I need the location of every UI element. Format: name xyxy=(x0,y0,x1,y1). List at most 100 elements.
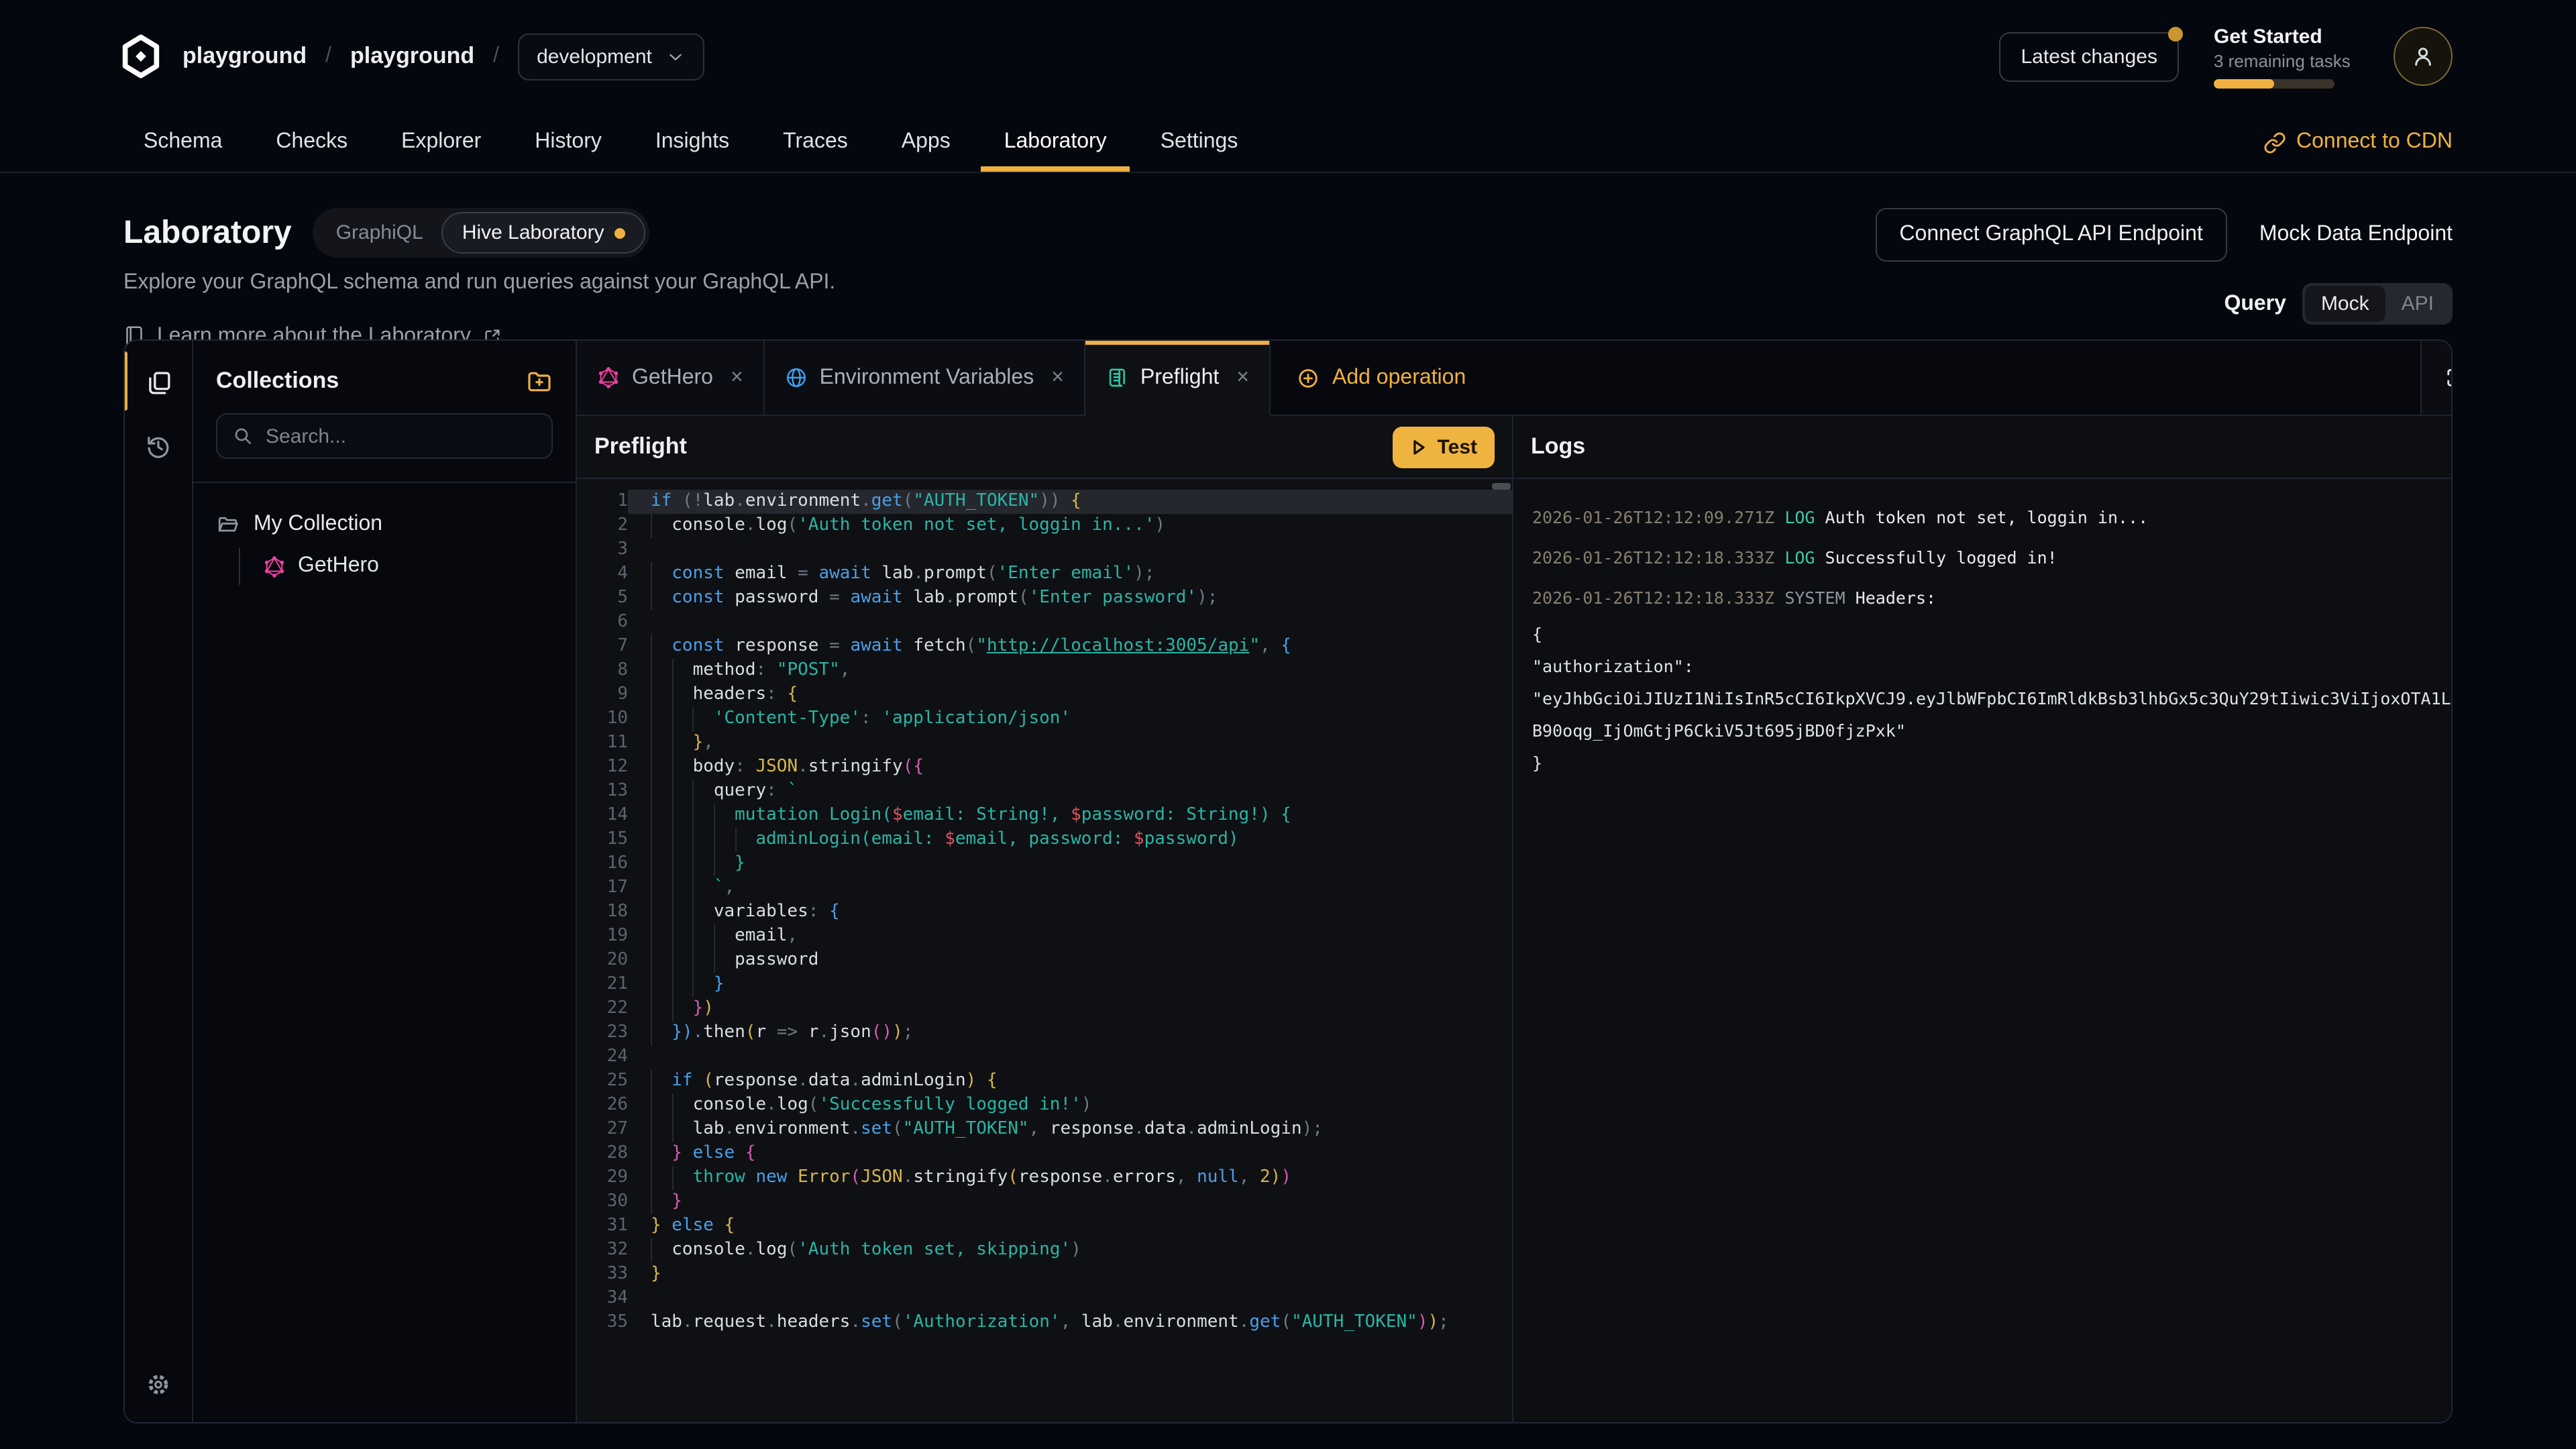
code-line[interactable]: 7const response = await fetch("http://lo… xyxy=(577,635,1512,659)
code-line[interactable]: 34 xyxy=(577,1287,1512,1311)
mode-new-dot xyxy=(615,227,626,238)
code-line[interactable]: 13query: ` xyxy=(577,780,1512,804)
code-text: }).then(r => r.json()); xyxy=(628,1021,1512,1045)
indent-guide xyxy=(651,949,672,973)
preflight-code-editor[interactable]: 1if (!lab.environment.get("AUTH_TOKEN"))… xyxy=(577,479,1512,1422)
code-line[interactable]: 4const email = await lab.prompt('Enter e… xyxy=(577,562,1512,586)
breadcrumb-separator: / xyxy=(325,44,331,68)
add-operation-button[interactable]: Add operation xyxy=(1271,341,1491,415)
latest-changes-button[interactable]: Latest changes xyxy=(2000,32,2180,81)
history-rail-button[interactable] xyxy=(140,428,177,466)
code-line[interactable]: 20password xyxy=(577,949,1512,973)
get-started-title: Get Started xyxy=(2214,25,2359,48)
laboratory-mode-toggle[interactable]: GraphiQL Hive Laboratory xyxy=(313,208,650,258)
new-collection-folder-plus-icon[interactable] xyxy=(526,368,553,394)
tab-preflight[interactable]: Preflight× xyxy=(1085,341,1271,416)
code-line[interactable]: 11}, xyxy=(577,731,1512,755)
indent-guide xyxy=(672,973,692,997)
hive-logo-icon[interactable] xyxy=(118,34,164,79)
code-line[interactable]: 26console.log('Successfully logged in!') xyxy=(577,1093,1512,1118)
preflight-test-button[interactable]: Test xyxy=(1393,426,1495,468)
code-line[interactable]: 9headers: { xyxy=(577,683,1512,707)
nav-item-explorer[interactable]: Explorer xyxy=(401,113,481,172)
graphql-icon xyxy=(263,555,286,578)
user-avatar[interactable] xyxy=(2394,27,2453,86)
connect-cdn-link[interactable]: Connect to CDN xyxy=(2263,130,2453,154)
nav-item-checks[interactable]: Checks xyxy=(276,113,347,172)
nav-item-traces[interactable]: Traces xyxy=(783,113,848,172)
mode-option-graphiql[interactable]: GraphiQL xyxy=(317,213,442,252)
search-input[interactable] xyxy=(266,425,537,447)
code-line[interactable]: 14mutation Login($email: String!, $passw… xyxy=(577,804,1512,828)
query-label: Query xyxy=(2224,292,2286,316)
code-line[interactable]: 12body: JSON.stringify({ xyxy=(577,755,1512,780)
code-line[interactable]: 17`, xyxy=(577,876,1512,900)
nav-item-apps[interactable]: Apps xyxy=(902,113,951,172)
query-target-segmented[interactable]: Mock API xyxy=(2302,283,2453,325)
breadcrumb: playground / playground / development xyxy=(118,33,704,80)
operation-item-gethero[interactable]: GetHero xyxy=(255,547,553,585)
code-line[interactable]: 18variables: { xyxy=(577,900,1512,924)
indent-guide xyxy=(672,731,692,755)
code-line[interactable]: 25if (response.data.adminLogin) { xyxy=(577,1069,1512,1093)
nav-item-settings[interactable]: Settings xyxy=(1161,113,1238,172)
close-tab-icon[interactable]: × xyxy=(1236,366,1249,390)
target-selector[interactable]: development xyxy=(518,33,704,80)
code-line[interactable]: 10'Content-Type': 'application/json' xyxy=(577,707,1512,731)
settings-gear-icon[interactable] xyxy=(140,1366,177,1403)
code-line[interactable]: 3 xyxy=(577,538,1512,562)
code-line[interactable]: 24 xyxy=(577,1045,1512,1069)
editor-scrollbar-thumb[interactable] xyxy=(1492,483,1511,490)
code-line[interactable]: 22}) xyxy=(577,997,1512,1021)
code-line[interactable]: 28} else { xyxy=(577,1142,1512,1166)
code-line[interactable]: 1if (!lab.environment.get("AUTH_TOKEN"))… xyxy=(577,490,1512,514)
top-bar: playground / playground / development La… xyxy=(0,0,2576,113)
get-started-widget[interactable]: Get Started 3 remaining tasks xyxy=(2214,25,2359,88)
code-line[interactable]: 29throw new Error(JSON.stringify(respons… xyxy=(577,1166,1512,1190)
code-text: adminLogin(email: $email, password: $pas… xyxy=(628,828,1512,852)
indent-guide xyxy=(672,804,692,828)
tab-gethero[interactable]: GetHero× xyxy=(577,341,765,415)
code-line[interactable]: 23}).then(r => r.json()); xyxy=(577,1021,1512,1045)
mock-endpoint-button[interactable]: Mock Data Endpoint xyxy=(2259,223,2453,247)
segment-api[interactable]: API xyxy=(2385,286,2450,322)
collections-tree: My Collection GetHero xyxy=(193,483,576,614)
code-line[interactable]: 33} xyxy=(577,1263,1512,1287)
segment-mock[interactable]: Mock xyxy=(2305,286,2385,322)
code-line[interactable]: 8method: "POST", xyxy=(577,659,1512,683)
fullscreen-toggle[interactable] xyxy=(2420,341,2453,415)
mode-option-hive-laboratory[interactable]: Hive Laboratory xyxy=(442,212,646,254)
code-line[interactable]: 30} xyxy=(577,1190,1512,1214)
code-line[interactable]: 15adminLogin(email: $email, password: $p… xyxy=(577,828,1512,852)
code-line[interactable]: 35lab.request.headers.set('Authorization… xyxy=(577,1311,1512,1335)
logs-title: Logs xyxy=(1531,433,1585,460)
tab-environment-variables[interactable]: Environment Variables× xyxy=(765,341,1085,415)
breadcrumb-org[interactable]: playground xyxy=(182,43,307,70)
code-line[interactable]: 5const password = await lab.prompt('Ente… xyxy=(577,586,1512,610)
code-line[interactable]: 16} xyxy=(577,852,1512,876)
collection-folder[interactable]: My Collection xyxy=(216,513,553,537)
log-json-line: } xyxy=(1532,747,2453,780)
nav-item-insights[interactable]: Insights xyxy=(655,113,729,172)
code-line[interactable]: 6 xyxy=(577,610,1512,635)
indent-guide xyxy=(672,683,692,707)
collections-search[interactable] xyxy=(216,413,553,459)
nav-item-schema[interactable]: Schema xyxy=(144,113,222,172)
collections-rail-button[interactable] xyxy=(140,364,177,401)
code-line[interactable]: 21} xyxy=(577,973,1512,997)
code-line[interactable]: 27lab.environment.set("AUTH_TOKEN", resp… xyxy=(577,1118,1512,1142)
nav-item-history[interactable]: History xyxy=(535,113,602,172)
breadcrumb-project[interactable]: playground xyxy=(350,43,474,70)
close-tab-icon[interactable]: × xyxy=(731,366,743,390)
code-line[interactable]: 19email, xyxy=(577,924,1512,949)
code-line[interactable]: 32console.log('Auth token set, skipping'… xyxy=(577,1238,1512,1263)
code-line[interactable]: 2console.log('Auth token not set, loggin… xyxy=(577,514,1512,538)
close-tab-icon[interactable]: × xyxy=(1051,366,1064,390)
code-text: headers: { xyxy=(628,683,1512,707)
connect-endpoint-button[interactable]: Connect GraphQL API Endpoint xyxy=(1875,208,2226,262)
indent-guide xyxy=(693,828,714,852)
code-text: console.log('Successfully logged in!') xyxy=(628,1093,1512,1118)
indent-guide xyxy=(651,1190,672,1214)
nav-item-laboratory[interactable]: Laboratory xyxy=(1004,113,1107,172)
code-line[interactable]: 31} else { xyxy=(577,1214,1512,1238)
